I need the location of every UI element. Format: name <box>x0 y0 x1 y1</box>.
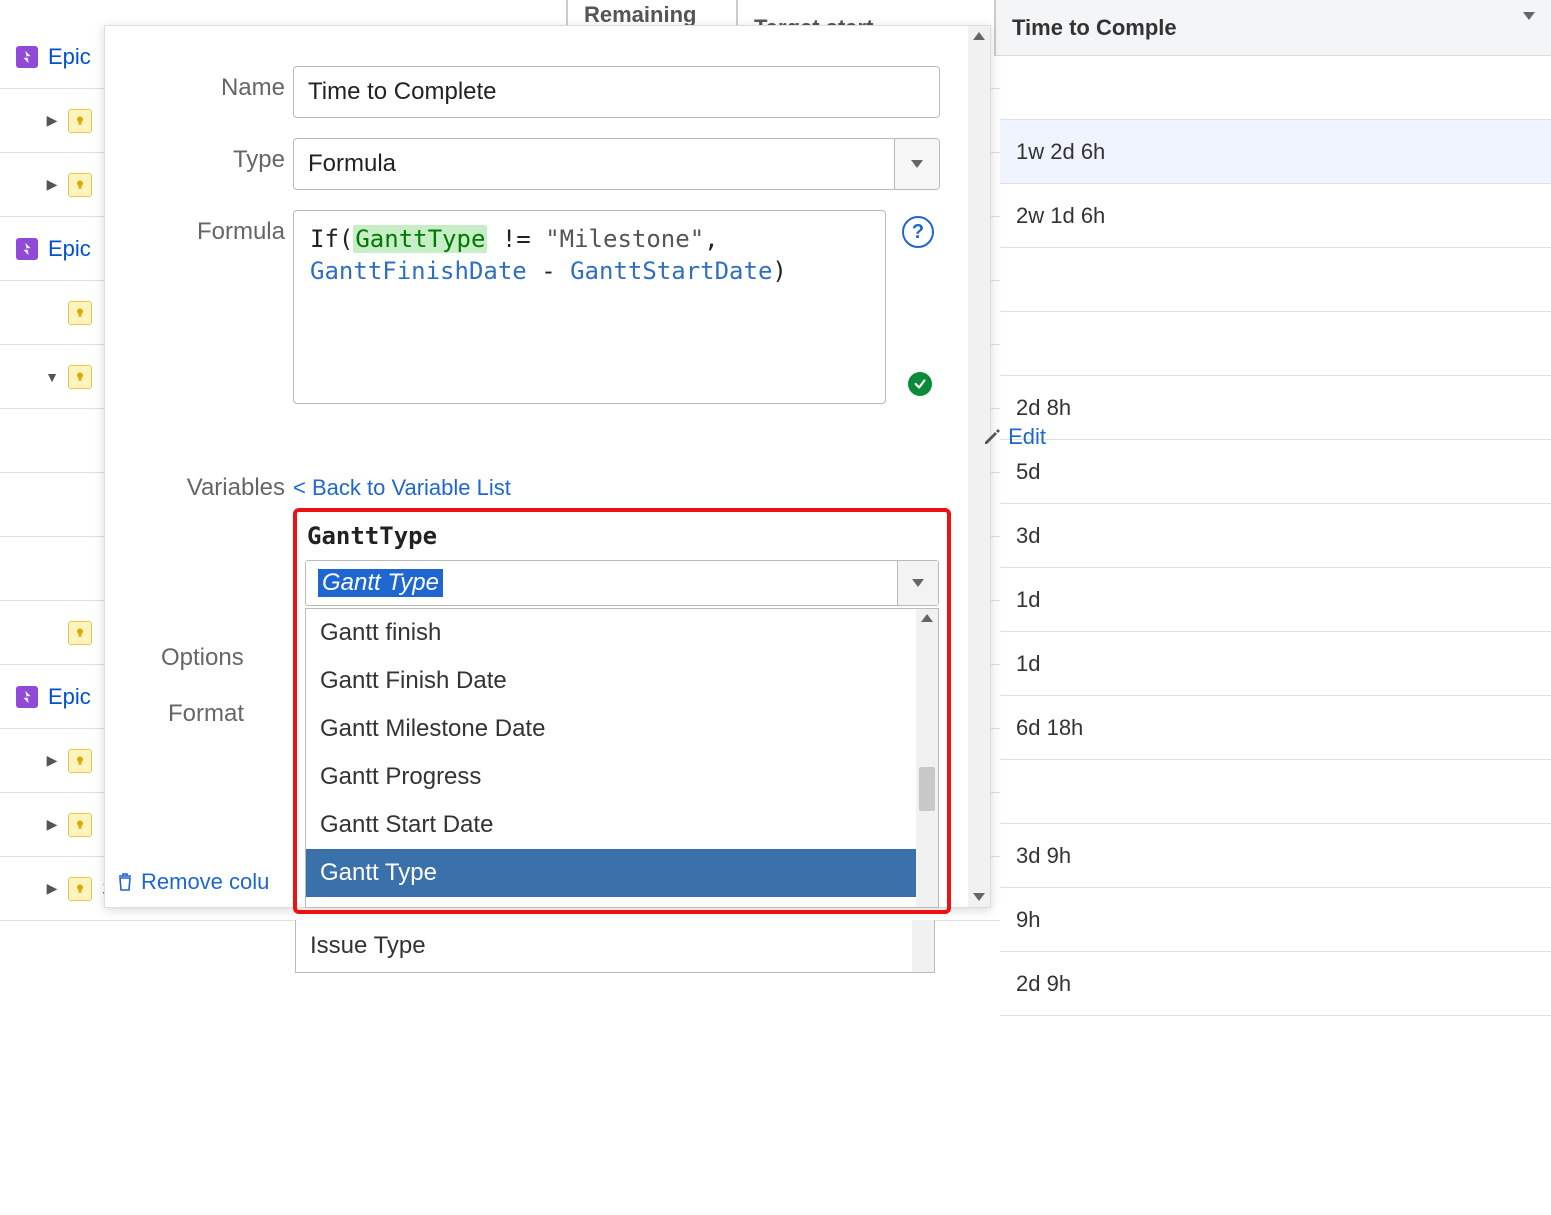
arrow-right-icon[interactable]: ▶ <box>44 816 60 833</box>
result-cell: 2d 8h <box>1000 376 1551 440</box>
variable-field-selected: Gantt Type <box>318 569 443 597</box>
arrow-right-icon[interactable]: ▶ <box>44 880 60 897</box>
tree-label: Epic <box>48 684 91 710</box>
formula-column-panel: Name Type Formula Formula If(GanttType !… <box>104 25 991 908</box>
dropdown-option[interactable]: Gantt finish <box>306 609 916 657</box>
name-input[interactable] <box>293 66 940 118</box>
result-cell <box>1000 312 1551 376</box>
options-label: Options <box>161 644 244 672</box>
bulb-icon <box>68 301 92 325</box>
arrow-right-icon[interactable]: ▶ <box>44 112 60 129</box>
epic-icon <box>16 686 38 708</box>
epic-icon <box>16 238 38 260</box>
result-cell: 3d <box>1000 504 1551 568</box>
dropdown-option[interactable]: Gantt Type <box>306 849 916 897</box>
dropdown-option[interactable]: Gantt Progress <box>306 753 916 801</box>
variables-label: Variables <box>133 474 293 502</box>
format-label: Format <box>168 700 244 728</box>
result-cell: 3d 9h <box>1000 824 1551 888</box>
variable-field-dropdown: Gantt finishGantt Finish DateGantt Miles… <box>305 608 939 908</box>
result-cell <box>1000 760 1551 824</box>
chevron-down-icon[interactable] <box>894 139 939 189</box>
result-cell: 1w 2d 6h <box>1000 120 1551 184</box>
bulb-icon <box>68 877 92 901</box>
bulb-icon <box>68 749 92 773</box>
result-cell: 2d 9h <box>1000 952 1551 1016</box>
valid-icon <box>908 372 932 396</box>
header-time-to-complete[interactable]: Time to Comple <box>996 0 1551 56</box>
scroll-thumb[interactable] <box>919 767 935 811</box>
result-cell: 1d <box>1000 568 1551 632</box>
bulb-icon <box>68 813 92 837</box>
bulb-icon <box>68 109 92 133</box>
result-cell: 9h <box>1000 888 1551 952</box>
pencil-icon <box>982 427 1002 447</box>
formula-label: Formula <box>133 210 293 246</box>
scroll-down-icon[interactable] <box>968 887 990 907</box>
result-cell <box>1000 56 1551 120</box>
chevron-down-icon[interactable] <box>897 561 938 605</box>
result-cell <box>1000 248 1551 312</box>
trash-icon <box>115 872 135 892</box>
bulb-icon <box>68 621 92 645</box>
formula-editor[interactable]: If(GanttType != "Milestone", GanttFinish… <box>293 210 886 404</box>
result-cell: 6d 18h <box>1000 696 1551 760</box>
type-select[interactable]: Formula <box>293 138 940 190</box>
scroll-up-icon[interactable] <box>968 26 990 46</box>
bulb-icon <box>68 173 92 197</box>
result-cell: 5d <box>1000 440 1551 504</box>
result-cell: 1d <box>1000 632 1551 696</box>
bulb-icon <box>68 365 92 389</box>
variable-field-dropdown-overflow: Issue Type <box>295 920 935 973</box>
scroll-up-icon[interactable] <box>916 609 938 627</box>
variable-editor-highlight: GanttType Gantt Type Gantt finishGantt F… <box>293 508 951 914</box>
remove-column-link[interactable]: Remove colu <box>115 869 269 895</box>
dropdown-option[interactable]: Gantt Finish Date <box>306 657 916 705</box>
dropdown-scrollbar[interactable] <box>912 920 934 972</box>
back-to-variables-link[interactable]: < Back to Variable List <box>293 475 511 501</box>
type-select-value: Formula <box>308 150 396 178</box>
arrow-right-icon[interactable]: ▶ <box>44 752 60 769</box>
name-label: Name <box>133 66 293 102</box>
dropdown-option[interactable]: Gantt Milestone Date <box>306 705 916 753</box>
help-icon[interactable]: ? <box>902 216 934 248</box>
arrow-down-icon[interactable]: ▼ <box>44 369 60 385</box>
dropdown-option[interactable]: Issue Type <box>296 920 912 972</box>
dropdown-scrollbar[interactable] <box>916 609 938 907</box>
tree-label: Epic <box>48 236 91 262</box>
panel-scrollbar[interactable] <box>968 26 990 907</box>
type-label: Type <box>133 138 293 174</box>
edit-formula-link[interactable]: Edit <box>982 424 1046 450</box>
time-to-complete-column: 1w 2d 6h 2w 1d 6h 2d 8h 5d 3d 1d 1d 6d 1… <box>1000 56 1551 1016</box>
arrow-right-icon[interactable]: ▶ <box>44 176 60 193</box>
result-cell: 2w 1d 6h <box>1000 184 1551 248</box>
variable-field-select[interactable]: Gantt Type <box>305 560 939 606</box>
chevron-down-icon <box>1523 20 1535 36</box>
variable-name: GanttType <box>307 522 939 550</box>
dropdown-option[interactable]: Gantt Start Date <box>306 801 916 849</box>
